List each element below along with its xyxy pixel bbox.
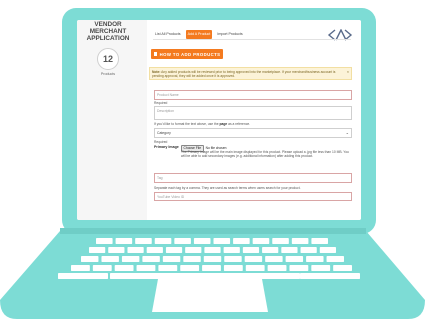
format-help-text: If you'd like to format the text above, … bbox=[154, 122, 251, 126]
how-to-add-products-button[interactable]: HOW TO ADD PRODUCTS bbox=[151, 49, 223, 59]
keyboard-key bbox=[223, 247, 240, 253]
keyboard-key bbox=[326, 256, 344, 262]
required-label: Required bbox=[154, 140, 168, 144]
keyboard-key bbox=[311, 238, 328, 244]
keyboard-key bbox=[162, 256, 181, 262]
keyboard-key bbox=[204, 247, 221, 253]
keyboard-key bbox=[319, 247, 336, 253]
tab-divider bbox=[153, 39, 351, 40]
keyboard-key bbox=[121, 256, 140, 262]
keyboard-key bbox=[136, 265, 156, 271]
keyboard-key bbox=[202, 265, 221, 271]
laptop-screen: VENDOR MERCHANT APPLICATION 12 Products … bbox=[77, 20, 361, 220]
keyboard-key bbox=[158, 265, 178, 271]
keyboard-key bbox=[101, 256, 119, 262]
keyboard-key bbox=[311, 265, 331, 271]
keyboard-key bbox=[300, 273, 360, 279]
keyboard-key bbox=[244, 256, 263, 262]
keyboard-key bbox=[265, 256, 283, 262]
keyboard-key bbox=[289, 265, 309, 271]
keyboard-key bbox=[127, 247, 144, 253]
main-panel: List All Products Add A Product Import P… bbox=[147, 20, 361, 220]
keyboard-key bbox=[245, 265, 265, 271]
keyboard-key bbox=[92, 265, 112, 271]
keyboard-key bbox=[180, 265, 200, 271]
keyboard-key bbox=[203, 256, 222, 262]
keyboard-key bbox=[285, 256, 304, 262]
keyboard-key bbox=[272, 238, 289, 244]
keyboard-key bbox=[291, 238, 309, 244]
tag-help-text: Separate each tag by a comma. They are u… bbox=[154, 186, 301, 190]
keyboard-key bbox=[165, 247, 183, 253]
keyboard-key bbox=[174, 238, 191, 244]
sidebar: VENDOR MERCHANT APPLICATION 12 Products bbox=[77, 20, 139, 220]
keyboard-key bbox=[154, 238, 172, 244]
document-icon bbox=[153, 52, 157, 56]
keyboard-key bbox=[300, 247, 317, 253]
keyboard-key bbox=[242, 247, 260, 253]
tab-import-products[interactable]: Import Products bbox=[215, 30, 244, 39]
tab-list-products[interactable]: List All Products bbox=[153, 30, 183, 39]
chevron-down-icon: ⌄ bbox=[345, 130, 349, 135]
required-label: Required bbox=[154, 101, 168, 105]
primary-image-help: The Primary Image will be the main image… bbox=[181, 150, 349, 158]
tag-input[interactable]: Tag bbox=[154, 173, 352, 183]
trackpad bbox=[152, 279, 268, 312]
keyboard-key bbox=[213, 238, 231, 244]
keyboard-key bbox=[89, 247, 106, 253]
keyboard-key bbox=[333, 265, 352, 271]
youtube-video-id-input[interactable]: YouTube Video ID bbox=[154, 192, 352, 201]
keyboard-key bbox=[183, 256, 201, 262]
product-name-input[interactable]: Product Name bbox=[154, 90, 352, 100]
keyboard-key bbox=[58, 273, 100, 279]
tab-bar: List All Products Add A Product Import P… bbox=[153, 30, 245, 39]
keyboard-key bbox=[267, 265, 287, 271]
keyboard-key bbox=[96, 238, 113, 244]
close-icon[interactable]: × bbox=[347, 70, 349, 74]
keyboard-key bbox=[110, 273, 300, 279]
keyboard-key bbox=[193, 238, 211, 244]
tab-add-product[interactable]: Add A Product bbox=[185, 30, 213, 39]
keyboard-key bbox=[223, 265, 243, 271]
keyboard-key bbox=[114, 265, 134, 271]
keyboard-key bbox=[71, 265, 90, 271]
keyboard-key bbox=[115, 238, 133, 244]
keyboard-key bbox=[306, 256, 324, 262]
review-note-alert: Note: Any added products will be reviewe… bbox=[149, 67, 352, 80]
keyboard-key bbox=[233, 238, 250, 244]
product-count-label: Products bbox=[100, 72, 116, 76]
keyboard-key bbox=[281, 247, 298, 253]
primary-image-label: Primary Image bbox=[154, 145, 179, 149]
category-select[interactable]: Category ⌄ bbox=[154, 128, 352, 138]
app-title: VENDOR MERCHANT APPLICATION bbox=[86, 21, 130, 42]
keyboard-key bbox=[224, 256, 242, 262]
keyboard-key bbox=[135, 238, 152, 244]
keyboard-key bbox=[185, 247, 202, 253]
keyboard-key bbox=[146, 247, 163, 253]
keyboard-key bbox=[81, 256, 99, 262]
keyboard-key bbox=[252, 238, 270, 244]
keyboard-key bbox=[108, 247, 125, 253]
description-textarea[interactable]: Description bbox=[154, 106, 352, 120]
keyboard-key bbox=[262, 247, 279, 253]
keyboard-key bbox=[142, 256, 160, 262]
product-count-badge: 12 bbox=[97, 48, 119, 70]
